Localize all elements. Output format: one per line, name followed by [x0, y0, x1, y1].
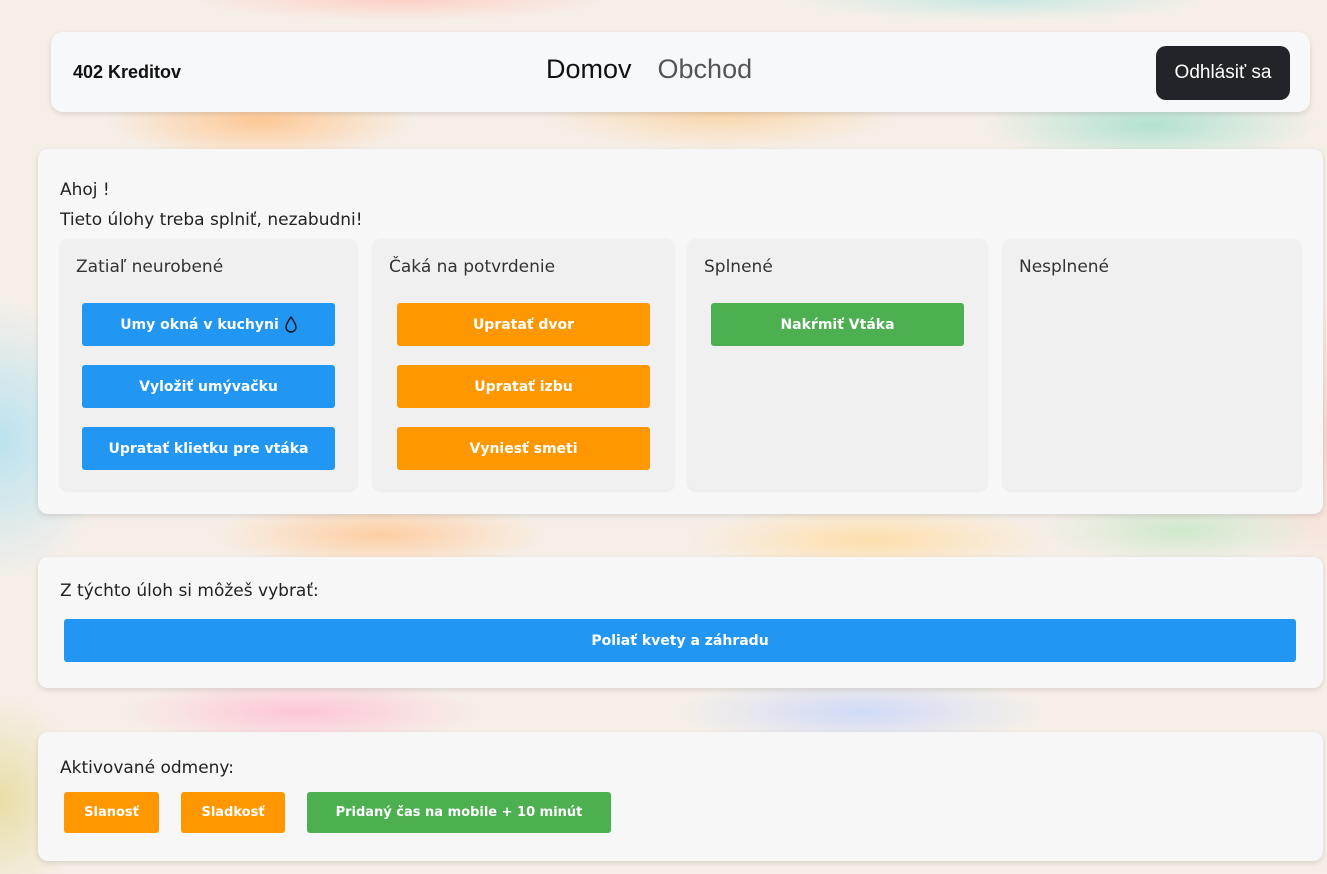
reward-badge: Pridaný čas na mobile + 10 minút: [307, 792, 611, 833]
task-button[interactable]: Nakŕmiť Vtáka: [711, 303, 964, 346]
tasks-card: Ahoj ! Tieto úlohy treba splniť, nezabud…: [38, 149, 1323, 514]
column-todo: Zatiaľ neurobené Umy okná v kuchyni Vylo…: [60, 239, 357, 490]
optional-tasks-title: Z týchto úloh si môžeš vybrať:: [60, 581, 319, 601]
optional-task-button[interactable]: Poliať kvety a záhradu: [64, 619, 1296, 662]
task-button[interactable]: Vyniesť smeti: [397, 427, 650, 470]
reward-badge: Sladkosť: [181, 792, 285, 833]
task-button[interactable]: Upratať dvor: [397, 303, 650, 346]
top-navbar: 402 Kreditov Domov Obchod Odhlásiť sa: [51, 32, 1310, 112]
nav-link-shop[interactable]: Obchod: [658, 54, 753, 85]
task-label: Umy okná v kuchyni: [120, 316, 279, 333]
greeting-block: Ahoj ! Tieto úlohy treba splniť, nezabud…: [60, 175, 363, 235]
optional-tasks-card: Z týchto úloh si môžeš vybrať: Poliať kv…: [38, 557, 1323, 688]
task-button[interactable]: Vyložiť umývačku: [82, 365, 335, 408]
task-button[interactable]: Umy okná v kuchyni: [82, 303, 335, 346]
rewards-title: Aktivované odmeny:: [60, 758, 234, 778]
column-title: Nesplnené: [1019, 257, 1110, 277]
column-title: Čaká na potvrdenie: [389, 257, 556, 277]
column-title: Zatiaľ neurobené: [76, 257, 224, 277]
column-pending: Čaká na potvrdenie Upratať dvor Upratať …: [373, 239, 674, 490]
reward-badge: Slanosť: [64, 792, 159, 833]
rewards-card: Aktivované odmeny: Slanosť Sladkosť Prid…: [38, 732, 1323, 861]
task-button[interactable]: Upratať izbu: [397, 365, 650, 408]
task-button[interactable]: Upratať klietku pre vtáka: [82, 427, 335, 470]
water-drop-icon: [285, 316, 297, 333]
greeting-text: Ahoj !: [60, 180, 110, 200]
tasks-subtitle: Tieto úlohy treba splniť, nezabudni!: [60, 210, 363, 230]
column-title: Splnené: [704, 257, 773, 277]
logout-button[interactable]: Odhlásiť sa: [1156, 46, 1290, 100]
main-nav: Domov Obchod: [546, 54, 752, 85]
nav-link-home[interactable]: Domov: [546, 54, 632, 85]
column-failed: Nesplnené: [1003, 239, 1301, 490]
column-done: Splnené Nakŕmiť Vtáka: [688, 239, 987, 490]
credits-counter: 402 Kreditov: [73, 62, 182, 82]
